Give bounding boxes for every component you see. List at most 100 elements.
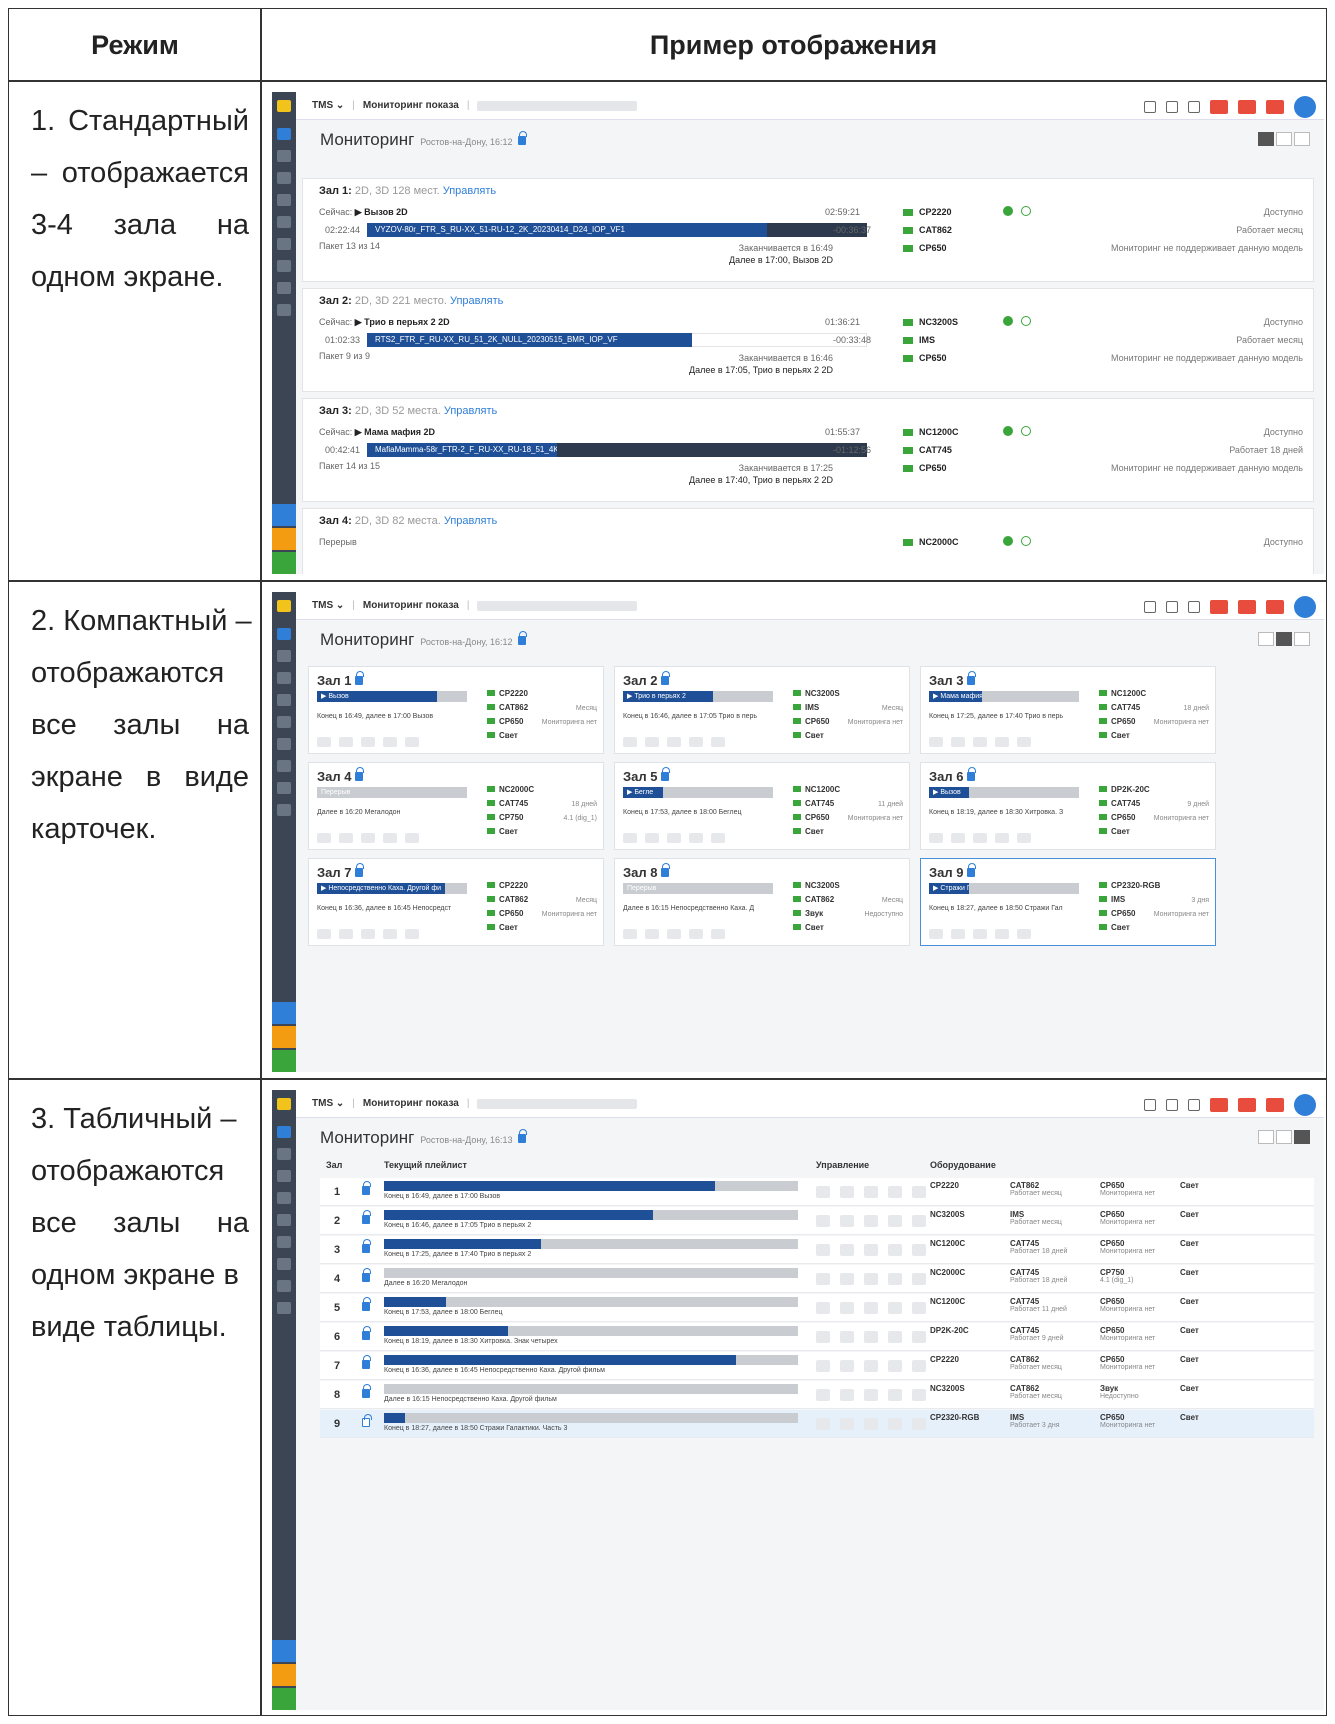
- manage-link[interactable]: Управлять: [443, 185, 496, 197]
- sidebar-nav-icon[interactable]: [277, 260, 291, 272]
- list-button[interactable]: [912, 1244, 926, 1256]
- list-button[interactable]: [912, 1331, 926, 1343]
- notification-icon[interactable]: [1210, 1098, 1228, 1112]
- stop-button[interactable]: [623, 833, 637, 843]
- hall-card[interactable]: Зал 1 ▶ Вызов Конец в 16:49, далее в 17:0…: [308, 666, 604, 754]
- list-button[interactable]: [1017, 929, 1031, 939]
- idea-icon[interactable]: [272, 1664, 296, 1686]
- pause-button[interactable]: [951, 929, 965, 939]
- sidebar-nav-icon[interactable]: [277, 1302, 291, 1314]
- stop-button[interactable]: [317, 833, 331, 843]
- list-button[interactable]: [405, 737, 419, 747]
- list-button[interactable]: [1017, 737, 1031, 747]
- skip-button[interactable]: [667, 929, 681, 939]
- block-button[interactable]: [995, 929, 1009, 939]
- messages-icon[interactable]: [1238, 600, 1256, 614]
- block-button[interactable]: [383, 737, 397, 747]
- view-table-button[interactable]: [1294, 632, 1310, 646]
- block-button[interactable]: [383, 833, 397, 843]
- pause-button[interactable]: [840, 1418, 854, 1430]
- sidebar-nav-icon[interactable]: [277, 782, 291, 794]
- list-button[interactable]: [1017, 833, 1031, 843]
- stop-button[interactable]: [317, 929, 331, 939]
- book-icon[interactable]: [1166, 601, 1178, 613]
- tasks-icon[interactable]: [1266, 1098, 1284, 1112]
- stop-button[interactable]: [816, 1186, 830, 1198]
- stop-button[interactable]: [816, 1302, 830, 1314]
- block-button[interactable]: [689, 833, 703, 843]
- manage-link[interactable]: Управлять: [444, 405, 497, 417]
- block-button[interactable]: [888, 1215, 902, 1227]
- table-row[interactable]: 6 Конец в 18:19, далее в 18:30 Хитровка. …: [320, 1323, 1314, 1351]
- block-button[interactable]: [888, 1273, 902, 1285]
- view-standard-button[interactable]: [1258, 132, 1274, 146]
- sidebar-nav-icon[interactable]: [277, 216, 291, 228]
- cinema-selector[interactable]: [477, 600, 638, 611]
- stop-button[interactable]: [929, 929, 943, 939]
- sidebar-nav-icon[interactable]: [277, 1280, 291, 1292]
- stop-button[interactable]: [623, 929, 637, 939]
- sidebar-nav-icon[interactable]: [277, 150, 291, 162]
- rocket-icon[interactable]: [1144, 101, 1156, 113]
- pause-button[interactable]: [951, 737, 965, 747]
- avatar[interactable]: [1294, 1094, 1316, 1116]
- block-button[interactable]: [383, 929, 397, 939]
- list-button[interactable]: [912, 1389, 926, 1401]
- skip-button[interactable]: [973, 737, 987, 747]
- hall-card[interactable]: Зал 4 Перерыв Далее в 16:20 Мегалодон NC20…: [308, 762, 604, 850]
- sidebar-nav-icon[interactable]: [277, 694, 291, 706]
- pause-button[interactable]: [951, 833, 965, 843]
- stop-button[interactable]: [816, 1360, 830, 1372]
- sidebar-nav-icon[interactable]: [277, 1258, 291, 1270]
- chat-icon[interactable]: [272, 1640, 296, 1662]
- sidebar-nav-icon[interactable]: [277, 1236, 291, 1248]
- list-button[interactable]: [912, 1273, 926, 1285]
- book-icon[interactable]: [1166, 1099, 1178, 1111]
- hall-card[interactable]: Зал 6 ▶ Вызов Конец в 18:19, далее в 18:3…: [920, 762, 1216, 850]
- skip-button[interactable]: [973, 929, 987, 939]
- table-row[interactable]: 1 Конец в 16:49, далее в 17:00 Вызов CP222…: [320, 1178, 1314, 1206]
- rocket-icon[interactable]: [1144, 601, 1156, 613]
- table-row[interactable]: 5 Конец в 17:53, далее в 18:00 Беглец NC12…: [320, 1294, 1314, 1322]
- view-standard-button[interactable]: [1258, 632, 1274, 646]
- hall-card[interactable]: Зал 7 ▶ Непосредственно Каха. Другой фи К…: [308, 858, 604, 946]
- sidebar-nav-icon[interactable]: [277, 128, 291, 140]
- view-standard-button[interactable]: [1258, 1130, 1274, 1144]
- skip-button[interactable]: [864, 1389, 878, 1401]
- stop-button[interactable]: [816, 1215, 830, 1227]
- skip-button[interactable]: [864, 1186, 878, 1198]
- list-button[interactable]: [912, 1360, 926, 1372]
- sidebar-nav-icon[interactable]: [277, 238, 291, 250]
- table-row[interactable]: 9 Конец в 18:27, далее в 18:50 Стражи Гал…: [320, 1410, 1314, 1438]
- avatar[interactable]: [1294, 596, 1316, 618]
- sidebar-nav-icon[interactable]: [277, 804, 291, 816]
- pause-button[interactable]: [339, 737, 353, 747]
- skip-button[interactable]: [361, 833, 375, 843]
- skip-button[interactable]: [864, 1244, 878, 1256]
- pause-button[interactable]: [339, 929, 353, 939]
- stop-button[interactable]: [929, 833, 943, 843]
- stop-button[interactable]: [816, 1273, 830, 1285]
- block-button[interactable]: [689, 737, 703, 747]
- help-icon[interactable]: [272, 1688, 296, 1710]
- pause-button[interactable]: [840, 1302, 854, 1314]
- stop-button[interactable]: [929, 737, 943, 747]
- brand-menu[interactable]: TMS ⌄: [312, 600, 344, 611]
- list-button[interactable]: [912, 1302, 926, 1314]
- cinema-selector[interactable]: [477, 1098, 638, 1109]
- view-compact-button[interactable]: [1276, 132, 1292, 146]
- list-button[interactable]: [711, 833, 725, 843]
- sidebar-nav-icon[interactable]: [277, 672, 291, 684]
- avatar[interactable]: [1294, 96, 1316, 118]
- list-button[interactable]: [405, 929, 419, 939]
- sidebar-nav-icon[interactable]: [277, 194, 291, 206]
- sidebar-nav-icon[interactable]: [277, 628, 291, 640]
- idea-icon[interactable]: [272, 528, 296, 550]
- skip-button[interactable]: [667, 833, 681, 843]
- table-row[interactable]: 7 Конец в 16:36, далее в 16:45 Непосредст…: [320, 1352, 1314, 1380]
- history-icon[interactable]: [1188, 1099, 1200, 1111]
- brand-menu[interactable]: TMS ⌄: [312, 100, 344, 111]
- skip-button[interactable]: [864, 1360, 878, 1372]
- help-icon[interactable]: [272, 1050, 296, 1072]
- sidebar-nav-icon[interactable]: [277, 650, 291, 662]
